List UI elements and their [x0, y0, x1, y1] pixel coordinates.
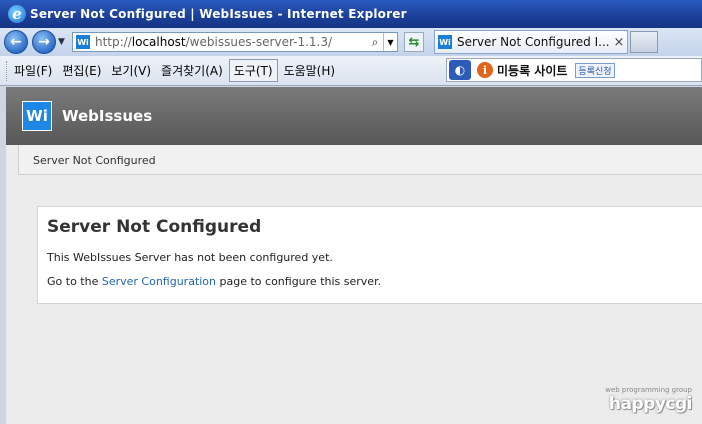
- instruction-text: Go to the Server Configuration page to c…: [47, 275, 381, 288]
- tab-label: Server Not Configured I...: [457, 35, 610, 49]
- page-title: Server Not Configured: [47, 217, 262, 237]
- info-icon: i: [477, 62, 493, 78]
- refresh-icon: ⇆: [408, 34, 420, 50]
- address-dropdown-icon[interactable]: ▼: [383, 33, 397, 51]
- menu-view[interactable]: 보기(V): [107, 60, 155, 81]
- watermark: web programming group happycgi: [605, 386, 692, 414]
- window-titlebar: e Server Not Configured | WebIssues - In…: [0, 0, 702, 28]
- menu-bar: 파일(F) 편집(E) 보기(V) 즐겨찾기(A) 도구(T) 도움말(H) ◐…: [0, 56, 702, 86]
- site-header: Wi WebIssues: [6, 87, 702, 145]
- tab-close-icon[interactable]: ×: [611, 35, 627, 50]
- menu-edit[interactable]: 편집(E): [58, 60, 105, 81]
- breadcrumb-bar: Server Not Configured: [18, 145, 702, 175]
- url-host: localhost: [131, 35, 186, 49]
- menu-help[interactable]: 도움말(H): [280, 60, 340, 81]
- address-toolbar: ← → ▼ Wi http://localhost/webissues-serv…: [0, 28, 702, 56]
- url-path: /webissues-server-1.1.3/: [185, 35, 333, 49]
- address-bar[interactable]: Wi http://localhost/webissues-server-1.1…: [72, 32, 398, 52]
- menu-file[interactable]: 파일(F): [10, 60, 56, 81]
- instruction-suffix: page to configure this server.: [216, 275, 382, 288]
- forward-button[interactable]: →: [32, 30, 56, 54]
- new-tab-button[interactable]: [630, 31, 658, 53]
- instruction-prefix: Go to the: [47, 275, 102, 288]
- webissues-logo-icon[interactable]: Wi: [22, 101, 52, 131]
- page-content: Wi WebIssues Server Not Configured Serve…: [6, 87, 702, 424]
- menu-tools[interactable]: 도구(T): [228, 59, 278, 82]
- back-button[interactable]: ←: [4, 30, 28, 54]
- search-icon[interactable]: ⌕: [367, 35, 383, 50]
- refresh-button[interactable]: ⇆: [404, 32, 424, 52]
- site-favicon-icon: Wi: [76, 35, 90, 49]
- breadcrumb: Server Not Configured: [33, 154, 156, 167]
- arrow-right-icon: →: [38, 34, 50, 50]
- site-status-text: 미등록 사이트: [497, 63, 568, 78]
- tab-current[interactable]: Wi Server Not Configured I... ×: [434, 30, 628, 54]
- content-panel: Server Not Configured This WebIssues Ser…: [37, 206, 702, 304]
- toolbar-logo-icon[interactable]: ◐: [449, 60, 471, 80]
- watermark-logo: happycgi: [608, 394, 693, 414]
- site-info-bar: ◐ i 미등록 사이트 등록신청: [446, 58, 702, 82]
- register-button[interactable]: 등록신청: [575, 62, 615, 78]
- ie-logo-icon: e: [8, 5, 26, 23]
- window-title: Server Not Configured | WebIssues - Inte…: [30, 7, 407, 21]
- history-dropdown-icon[interactable]: ▼: [58, 37, 68, 47]
- site-title: WebIssues: [62, 107, 153, 125]
- watermark-tagline: web programming group: [605, 386, 692, 394]
- address-url[interactable]: http://localhost/webissues-server-1.1.3/: [95, 35, 367, 49]
- server-configuration-link[interactable]: Server Configuration: [102, 275, 216, 288]
- tab-favicon-icon: Wi: [438, 35, 452, 49]
- url-scheme: http://: [95, 35, 132, 49]
- arrow-left-icon: ←: [10, 34, 22, 50]
- menu-favorites[interactable]: 즐겨찾기(A): [157, 60, 227, 81]
- status-message: This WebIssues Server has not been confi…: [47, 251, 333, 264]
